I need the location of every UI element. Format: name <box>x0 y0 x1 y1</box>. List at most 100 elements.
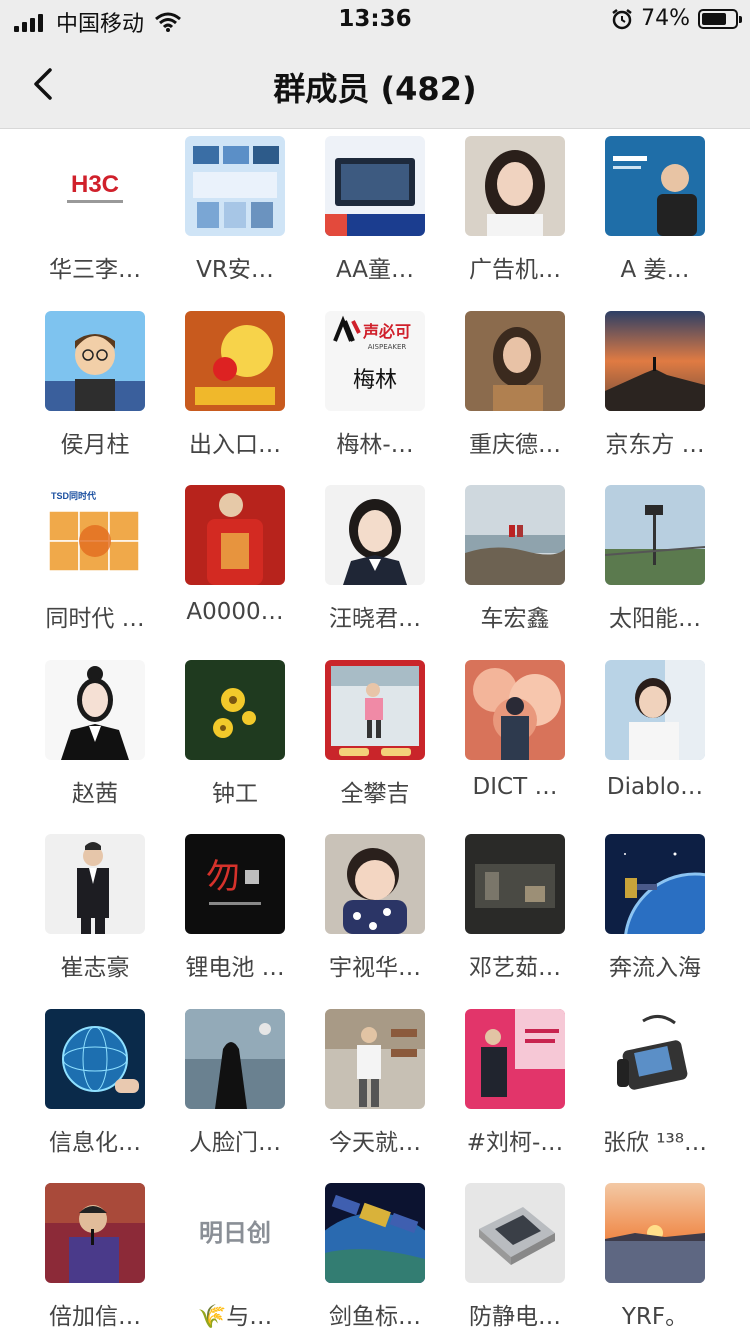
member-item[interactable]: 重庆德… <box>445 310 585 481</box>
battery-icon <box>698 8 742 29</box>
member-item[interactable]: 京东方 … <box>585 310 725 481</box>
member-avatar[interactable] <box>605 136 705 236</box>
member-name: 汪晓君… <box>329 606 421 632</box>
member-name: Diablo… <box>606 773 704 800</box>
member-item[interactable]: VR安… <box>165 136 305 306</box>
member-item[interactable]: 明日创 🌾与… <box>165 1183 305 1334</box>
member-avatar[interactable] <box>45 659 145 760</box>
member-item[interactable]: 全攀吉 <box>305 659 445 830</box>
member-name: 太阳能… <box>609 606 701 632</box>
member-avatar[interactable] <box>45 834 145 934</box>
member-item[interactable]: Diablo… <box>585 659 725 830</box>
member-avatar[interactable] <box>185 136 285 236</box>
status-bar: 中国移动 13:36 74% <box>0 0 750 40</box>
member-item[interactable]: 今天就… <box>305 1008 445 1179</box>
battery-percent: 74% <box>641 6 690 31</box>
member-avatar[interactable] <box>605 834 705 934</box>
member-avatar[interactable] <box>325 1008 425 1109</box>
member-item[interactable]: 奔流入海 <box>585 834 725 1004</box>
member-item[interactable]: 防静电… <box>445 1183 585 1334</box>
member-item[interactable]: 张欣 ¹³⁸… <box>585 1008 725 1179</box>
member-item[interactable]: 剑鱼标… <box>305 1183 445 1334</box>
member-item[interactable]: 邓艺茹… <box>445 834 585 1004</box>
member-item[interactable]: 广告机… <box>445 136 585 306</box>
alarm-clock-icon <box>612 8 632 29</box>
member-avatar[interactable] <box>45 1183 145 1283</box>
member-item[interactable]: TSD同时代同时代 … <box>25 485 165 655</box>
member-name: A 姜… <box>620 257 690 283</box>
member-item[interactable]: DICT … <box>445 659 585 830</box>
svg-text:明日创: 明日创 <box>199 1219 271 1247</box>
member-name: 赵茜 <box>72 780 118 807</box>
member-name: 华三李… <box>49 257 141 283</box>
member-avatar[interactable]: TSD同时代 <box>45 485 145 585</box>
svg-text:H3C: H3C <box>71 171 119 198</box>
member-item[interactable]: #刘柯-… <box>445 1008 585 1179</box>
member-name: 重庆德… <box>469 431 561 458</box>
member-name: 奔流入海 <box>609 955 701 981</box>
svg-text:AISPEAKER: AISPEAKER <box>368 343 407 351</box>
member-avatar[interactable] <box>185 485 285 585</box>
svg-text:声必可: 声必可 <box>362 322 411 341</box>
member-avatar[interactable]: H3C <box>45 136 145 236</box>
member-name: 🌾与… <box>197 1304 273 1330</box>
member-avatar[interactable] <box>465 1008 565 1109</box>
member-avatar[interactable] <box>185 659 285 760</box>
member-avatar[interactable]: 勿 <box>185 834 285 934</box>
member-name: 全攀吉 <box>340 780 410 807</box>
member-avatar[interactable] <box>325 136 425 236</box>
member-item[interactable]: 人脸门… <box>165 1008 305 1179</box>
member-item[interactable]: 太阳能… <box>585 485 725 655</box>
member-name: 防静电… <box>469 1304 561 1330</box>
member-avatar[interactable] <box>465 310 565 411</box>
member-item[interactable]: 钟工 <box>165 659 305 830</box>
member-item[interactable]: 倍加信… <box>25 1183 165 1334</box>
member-item[interactable]: A 姜… <box>585 136 725 306</box>
member-avatar[interactable]: 明日创 <box>185 1183 285 1283</box>
member-avatar[interactable] <box>605 1183 705 1283</box>
member-name: 同时代 … <box>45 606 145 632</box>
member-item[interactable]: A0000… <box>165 485 305 655</box>
member-name: 邓艺茹… <box>469 955 561 981</box>
member-item[interactable]: YRF。 <box>585 1183 725 1334</box>
member-name: 今天就… <box>329 1129 421 1156</box>
page-title: 群成员 (482) <box>273 70 477 108</box>
member-item[interactable]: H3C 华三李… <box>25 136 165 306</box>
member-item[interactable]: 汪晓君… <box>305 485 445 655</box>
member-avatar[interactable]: 声必可 AISPEAKER 梅林 <box>325 310 425 411</box>
member-avatar[interactable] <box>325 485 425 585</box>
member-avatar[interactable] <box>45 310 145 411</box>
member-avatar[interactable] <box>325 834 425 934</box>
member-avatar[interactable] <box>605 1008 705 1109</box>
member-avatar[interactable] <box>605 310 705 411</box>
member-grid: H3C 华三李… VR安… AA童… 广告机… A 姜… 侯月柱 出入口… 声必可 AISPEAK… <box>0 128 750 1334</box>
member-item[interactable]: 车宏鑫 <box>445 485 585 655</box>
member-item[interactable]: 信息化… <box>25 1008 165 1179</box>
member-name: 钟工 <box>212 780 258 807</box>
member-item[interactable]: 赵茜 <box>25 659 165 830</box>
member-name: 锂电池 … <box>185 955 285 981</box>
member-item[interactable]: 侯月柱 <box>25 310 165 481</box>
member-avatar[interactable] <box>185 310 285 411</box>
member-avatar[interactable] <box>465 1183 565 1283</box>
member-avatar[interactable] <box>605 659 705 760</box>
member-name: 宇视华… <box>329 955 421 981</box>
member-avatar[interactable] <box>45 1008 145 1109</box>
member-item[interactable]: AA童… <box>305 136 445 306</box>
member-avatar[interactable] <box>465 485 565 585</box>
member-item[interactable]: 勿锂电池 … <box>165 834 305 1004</box>
member-name: VR安… <box>196 257 274 283</box>
member-item[interactable]: 出入口… <box>165 310 305 481</box>
member-avatar[interactable] <box>465 659 565 760</box>
member-avatar[interactable] <box>465 834 565 934</box>
member-name: 梅林-… <box>336 431 414 458</box>
member-avatar[interactable] <box>325 659 425 760</box>
member-item[interactable]: 宇视华… <box>305 834 445 1004</box>
member-avatar[interactable] <box>465 136 565 236</box>
member-avatar[interactable] <box>185 1008 285 1109</box>
member-avatar[interactable] <box>605 485 705 585</box>
member-item[interactable]: 声必可 AISPEAKER 梅林 梅林-… <box>305 310 445 481</box>
member-item[interactable]: 崔志豪 <box>25 834 165 1004</box>
member-avatar[interactable] <box>325 1183 425 1283</box>
member-name: 倍加信… <box>49 1304 141 1330</box>
